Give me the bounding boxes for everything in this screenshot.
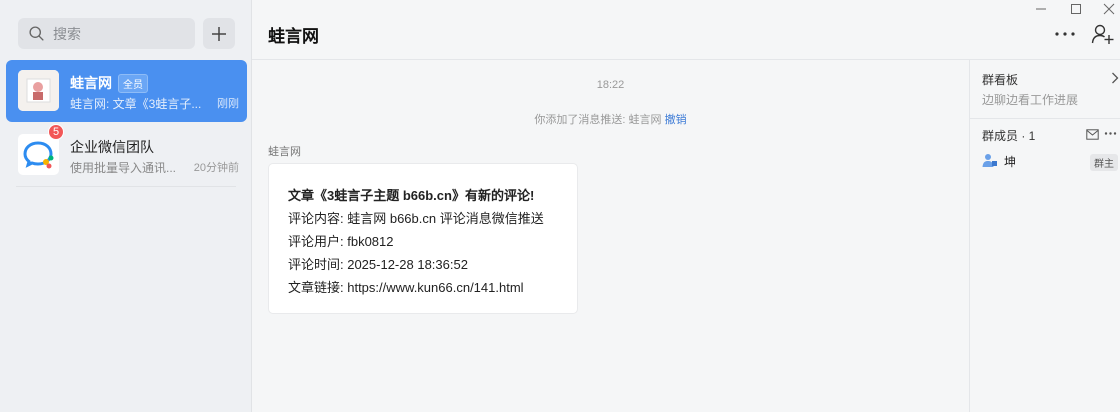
search-icon — [28, 25, 53, 42]
mail-icon[interactable] — [1086, 128, 1099, 143]
search-input[interactable] — [53, 25, 173, 42]
group-board-subtitle: 边聊边看工作进展 — [982, 93, 1079, 107]
chat-time: 20分钟前 — [193, 162, 239, 174]
card-line-content: 评论内容: 蛙言网 b66b.cn 评论消息微信推送 — [288, 211, 544, 226]
message-sender: 蛙言网 — [268, 146, 301, 158]
more-dots-icon — [1055, 32, 1075, 36]
card-line-link: 文章链接: https://www.kun66.cn/141.html — [288, 280, 524, 295]
group-avatar — [18, 70, 59, 111]
plus-icon — [211, 26, 227, 42]
card-line-time: 评论时间: 2025-12-28 18:36:52 — [288, 257, 468, 272]
wecom-logo-icon — [18, 134, 59, 175]
more-members-icon[interactable] — [1104, 127, 1117, 142]
conversation-list-panel: 蛙言网 全员 蛙言网: 文章《3蛙言子... 刚刚 5 企业微信团队 使用批量导… — [0, 0, 252, 412]
chat-name: 蛙言网 — [70, 75, 112, 91]
unread-badge: 5 — [48, 124, 64, 140]
undo-link[interactable]: 撤销 — [665, 114, 687, 126]
conversation-title: 蛙言网 — [268, 27, 319, 46]
add-user-icon — [1091, 24, 1114, 44]
chevron-right-icon[interactable] — [1111, 72, 1119, 87]
chat-item-wayanwang[interactable]: 蛙言网 全员 蛙言网: 文章《3蛙言子... 刚刚 — [6, 60, 247, 122]
search-box[interactable] — [18, 18, 195, 49]
group-board-title[interactable]: 群看板 — [982, 71, 1018, 88]
group-info-panel: 群看板 边聊边看工作进展 群成员 · 1 坤 群主 — [969, 60, 1120, 412]
minimize-button[interactable] — [1034, 2, 1048, 16]
all-members-tag: 全员 — [118, 73, 148, 93]
close-icon — [1103, 3, 1115, 15]
close-button[interactable] — [1102, 2, 1116, 16]
more-button[interactable] — [1054, 24, 1076, 44]
minimize-icon — [1036, 8, 1046, 10]
member-name[interactable]: 坤 — [1004, 153, 1016, 170]
right-panel-divider — [970, 118, 1120, 119]
list-divider — [16, 186, 236, 187]
chat-time: 刚刚 — [217, 98, 239, 110]
message-card[interactable]: 文章《3蛙言子主题 b66b.cn》有新的评论! 评论内容: 蛙言网 b66b.… — [268, 163, 578, 314]
group-members-title: 群成员 · 1 — [982, 129, 1036, 143]
member-avatar-icon — [982, 153, 998, 170]
conversation-panel: 蛙言网 18:22 你添加了消息推送: 蛙言网 撤销 蛙言网 文章《3蛙言子主题… — [252, 0, 969, 412]
add-button[interactable] — [203, 18, 235, 49]
chat-name: 企业微信团队 — [70, 139, 154, 155]
message-timestamp: 18:22 — [596, 79, 625, 91]
card-title: 文章《3蛙言子主题 b66b.cn》有新的评论! — [288, 188, 535, 203]
chat-item-wecom-team[interactable]: 5 企业微信团队 使用批量导入通讯... 20分钟前 — [6, 124, 247, 186]
card-line-user: 评论用户: fbk0812 — [288, 234, 394, 249]
system-message: 你添加了消息推送: 蛙言网 撤销 — [534, 114, 687, 126]
owner-tag: 群主 — [1090, 154, 1118, 171]
chat-preview: 蛙言网: 文章《3蛙言子... — [70, 97, 202, 111]
add-member-button[interactable] — [1091, 23, 1115, 45]
maximize-button[interactable] — [1069, 2, 1083, 16]
chat-preview: 使用批量导入通讯... — [70, 161, 177, 175]
maximize-icon — [1071, 4, 1081, 14]
